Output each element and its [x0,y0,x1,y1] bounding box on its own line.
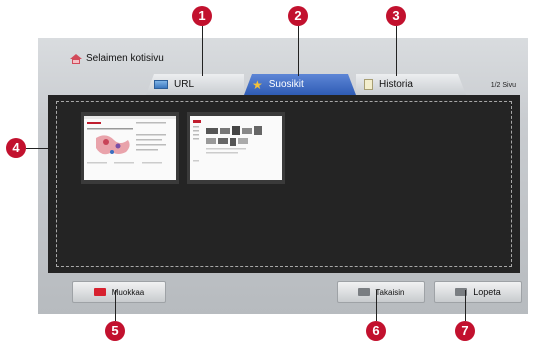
page-preview-image [190,116,282,180]
tab-url-label: URL [174,79,195,90]
exit-button-label: Lopeta [473,287,501,297]
favorite-thumbnail-2[interactable] [187,112,285,184]
callout-5-leader [115,290,116,321]
callout-3: 3 [386,6,406,26]
history-icon [364,79,373,90]
callout-6: 6 [366,321,386,341]
callout-1: 1 [192,6,212,26]
callout-6-leader [376,290,377,321]
callout-7: 7 [455,321,475,341]
back-button[interactable]: Takaisin [337,281,425,303]
edit-button[interactable]: Muokkaa [72,281,166,303]
callout-5: 5 [105,321,125,341]
tab-history[interactable]: Historia [356,74,466,95]
page-indicator: 1/2 Sivu [490,82,516,89]
callout-4: 4 [6,138,26,158]
callout-2: 2 [288,6,308,26]
tab-url[interactable]: URL [146,74,244,95]
callout-1-leader [202,26,203,76]
url-icon [154,80,168,89]
browser-screen: Selaimen kotisivu URL ★ Suosikit Histori… [38,38,528,314]
favorite-thumbnail-1[interactable] [81,112,179,184]
home-icon [70,53,82,64]
browser-home-link[interactable]: Selaimen kotisivu [70,53,164,64]
tab-favorites-label: Suosikit [268,79,304,90]
favorites-content-area [48,95,520,273]
page-preview-image [84,116,176,180]
browser-home-label: Selaimen kotisivu [86,53,164,64]
callout-3-leader [396,26,397,76]
red-key-icon [93,288,106,296]
exit-button[interactable]: Lopeta [434,281,522,303]
callout-2-leader [298,26,299,76]
edit-button-label: Muokkaa [111,287,145,297]
back-button-label: Takaisin [375,287,405,297]
tab-favorites[interactable]: ★ Suosikit [244,74,356,95]
tab-history-label: Historia [379,79,413,90]
back-key-icon [357,288,370,296]
callout-4-leader [26,148,56,149]
favorites-list [56,101,512,267]
callout-7-leader [465,290,466,321]
star-icon: ★ [252,77,263,92]
